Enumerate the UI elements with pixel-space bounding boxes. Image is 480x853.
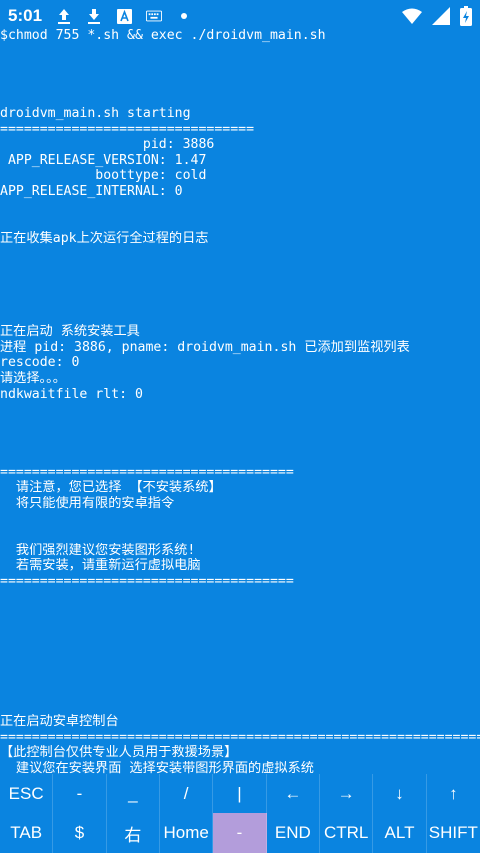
download-icon xyxy=(86,8,102,24)
key-row2-0[interactable]: TAB xyxy=(0,813,54,853)
terminal-line: ===================================== xyxy=(0,464,294,480)
terminal-line: 正在启动 系统安装工具 xyxy=(0,324,140,340)
key-row1-2[interactable]: _ xyxy=(107,774,160,813)
key-row1-4[interactable]: | xyxy=(213,774,267,813)
terminal-line: 【此控制台仅供专业人员用于救援场景】 xyxy=(0,745,238,761)
key-row1-5[interactable]: ← xyxy=(267,774,320,813)
key-row1-3[interactable]: / xyxy=(160,774,214,813)
font-a-icon xyxy=(116,8,132,24)
terminal-line: 正在收集apk上次运行全过程的日志 xyxy=(0,230,209,246)
terminal-line: 我们强烈建议您安装图形系统! xyxy=(0,542,196,558)
key-row2-6[interactable]: CTRL xyxy=(320,813,374,853)
terminal-line: APP_RELEASE_INTERNAL: 0 xyxy=(0,183,183,199)
key-row1-6[interactable]: → xyxy=(320,774,374,813)
terminal-line: 将只能使用有限的安卓指令 xyxy=(0,495,175,511)
key-row2-4[interactable]: - xyxy=(213,813,267,853)
terminal-line: 若需安装，请重新运行虚拟电脑 xyxy=(0,558,201,574)
terminal-line: APP_RELEASE_VERSION: 1.47 xyxy=(0,152,207,168)
signal-icon xyxy=(432,7,450,30)
key-row2-1[interactable]: $ xyxy=(53,813,107,853)
terminal-line: 进程 pid: 3886, pname: droidvm_main.sh 已添加… xyxy=(0,339,410,355)
terminal-line: 请注意，您已选择 【不安装系统】 xyxy=(0,480,222,496)
terminal-line: ===================================== xyxy=(0,573,294,589)
key-row2-5[interactable]: END xyxy=(267,813,320,853)
key-row1-1[interactable]: - xyxy=(53,774,107,813)
key-row2-2[interactable]: 右 xyxy=(107,813,160,853)
terminal-line: ========================================… xyxy=(0,729,480,745)
keyboard-icon xyxy=(146,8,163,24)
wifi-icon xyxy=(402,8,422,29)
terminal-output[interactable]: $chmod 755 *.sh && exec ./droidvm_main.s… xyxy=(0,28,480,774)
key-row1-7[interactable]: ↓ xyxy=(373,774,427,813)
dot-icon xyxy=(176,8,192,24)
terminal-line: 正在启动安卓控制台 xyxy=(0,714,119,730)
key-row2-3[interactable]: Home xyxy=(160,813,214,853)
terminal-line: $chmod 755 *.sh && exec ./droidvm_main.s… xyxy=(0,28,326,43)
terminal-line: 请选择。。。 xyxy=(0,371,66,387)
terminal-line: rescode: 0 xyxy=(0,355,80,371)
terminal-line: ================================ xyxy=(0,121,255,137)
key-row2-8[interactable]: SHIFT xyxy=(427,813,480,853)
key-row1-8[interactable]: ↑ xyxy=(427,774,480,813)
key-row2-7[interactable]: ALT xyxy=(373,813,427,853)
key-row1-0[interactable]: ESC xyxy=(0,774,54,813)
terminal-line: pid: 3886 xyxy=(0,137,215,153)
upload-icon xyxy=(56,8,72,24)
terminal-line: droidvm_main.sh starting xyxy=(0,105,191,121)
extra-keys-bar: ESC - _ / | ← → ↓ ↑ TAB $ 右 Home - END CTRL ALT SHIFT xyxy=(0,774,480,853)
terminal-line: 建议您在安装界面 选择安装带图形界面的虚拟系统 xyxy=(0,760,314,774)
terminal-line: ndkwaitfile rlt: 0 xyxy=(0,386,143,402)
terminal-line: boottype: cold xyxy=(0,168,207,184)
status-time: 5:01 xyxy=(8,6,43,25)
